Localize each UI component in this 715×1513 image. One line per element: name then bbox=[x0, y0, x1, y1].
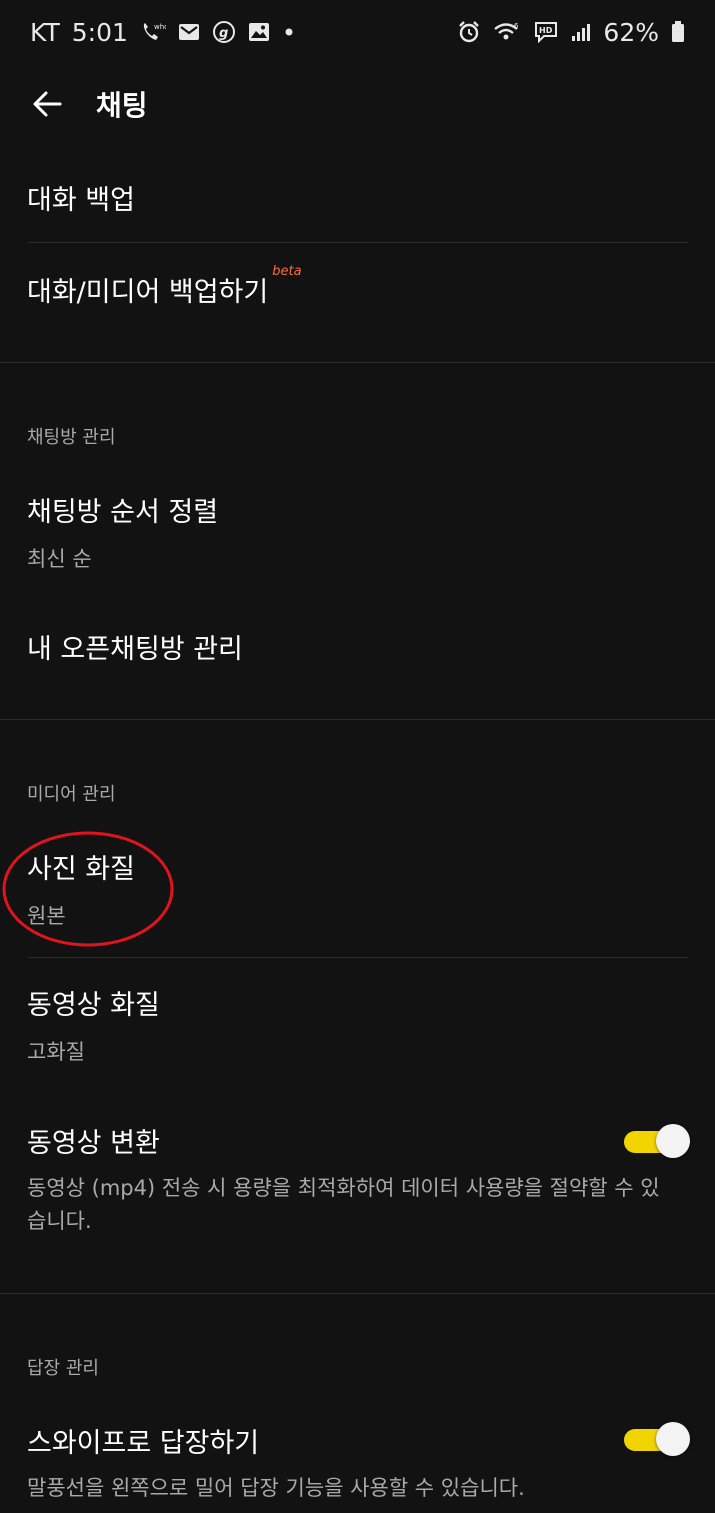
section-divider bbox=[0, 1293, 715, 1294]
section-label-reply: 답장 관리 bbox=[27, 1358, 99, 1379]
chat-media-backup-item[interactable]: 대화/미디어 백업하기beta bbox=[27, 264, 688, 309]
swipe-reply-description: 말풍선을 왼쪽으로 밀어 답장 기능을 사용할 수 있습니다. bbox=[27, 1476, 525, 1500]
video-convert-description: 동영상 (mp4) 전송 시 용량을 최적화하여 데이터 사용량을 절약할 수 … bbox=[27, 1176, 660, 1233]
alarm-icon bbox=[457, 20, 481, 44]
arrow-left-icon bbox=[33, 91, 62, 117]
divider bbox=[27, 242, 688, 243]
svg-text:HD: HD bbox=[539, 26, 553, 35]
swipe-reply-toggle[interactable] bbox=[624, 1422, 690, 1456]
chatroom-sort-item[interactable]: 채팅방 순서 정렬 최신 순 bbox=[27, 490, 688, 573]
photo-quality-label: 사진 화질 bbox=[27, 854, 135, 885]
g-app-icon: g bbox=[212, 20, 236, 44]
svg-text:g: g bbox=[219, 26, 228, 41]
open-chatroom-manage-label: 내 오픈채팅방 관리 bbox=[27, 634, 243, 665]
photo-quality-value: 원본 bbox=[27, 904, 66, 928]
section-label-chatroom: 채팅방 관리 bbox=[27, 427, 116, 448]
section-divider bbox=[0, 719, 715, 720]
svg-text:who: who bbox=[154, 23, 166, 31]
gmail-icon bbox=[178, 23, 200, 41]
back-button[interactable] bbox=[30, 86, 66, 122]
video-convert-toggle[interactable] bbox=[624, 1124, 690, 1158]
status-bar-right: 6 HD 62% bbox=[457, 18, 685, 47]
swipe-reply-label: 스와이프로 답장하기 bbox=[27, 1428, 260, 1459]
wifi-icon: 6 bbox=[493, 21, 521, 43]
video-convert-item[interactable]: 동영상 변환 동영상 (mp4) 전송 시 용량을 최적화하여 데이터 사용량을… bbox=[27, 1121, 688, 1238]
carrier-label: KT bbox=[30, 17, 60, 47]
whowho-call-icon: who bbox=[140, 20, 166, 44]
dot-icon bbox=[282, 25, 296, 39]
beta-badge: beta bbox=[272, 264, 302, 279]
page-title: 채팅 bbox=[96, 89, 148, 122]
divider bbox=[27, 957, 688, 958]
chat-media-backup-text: 대화/미디어 백업하기 bbox=[27, 277, 269, 308]
svg-text:6: 6 bbox=[514, 22, 519, 30]
chat-media-backup-label: 대화/미디어 백업하기beta bbox=[27, 264, 688, 309]
photo-quality-item[interactable]: 사진 화질 원본 bbox=[27, 847, 688, 930]
open-chatroom-manage-item[interactable]: 내 오픈채팅방 관리 bbox=[27, 627, 688, 666]
section-divider bbox=[0, 362, 715, 363]
toggle-knob bbox=[656, 1422, 690, 1456]
toggle-knob bbox=[656, 1124, 690, 1158]
swipe-reply-item[interactable]: 스와이프로 답장하기 말풍선을 왼쪽으로 밀어 답장 기능을 사용할 수 있습니… bbox=[27, 1421, 688, 1505]
chatroom-sort-value: 최신 순 bbox=[27, 547, 92, 571]
chatroom-sort-label: 채팅방 순서 정렬 bbox=[27, 497, 219, 528]
gallery-icon bbox=[248, 22, 270, 42]
battery-percent: 62% bbox=[603, 17, 659, 47]
signal-icon bbox=[571, 22, 591, 42]
app-bar: 채팅 bbox=[0, 64, 715, 144]
section-label-media: 미디어 관리 bbox=[27, 784, 116, 805]
battery-icon bbox=[671, 21, 685, 43]
status-bar-left: KT 5:01 who g bbox=[30, 18, 296, 47]
video-quality-value: 고화질 bbox=[27, 1040, 85, 1064]
video-quality-label: 동영상 화질 bbox=[27, 990, 160, 1021]
chat-backup-label: 대화 백업 bbox=[27, 185, 135, 216]
video-quality-item[interactable]: 동영상 화질 고화질 bbox=[27, 983, 688, 1066]
clock: 5:01 bbox=[71, 17, 128, 47]
hd-voice-icon: HD bbox=[533, 21, 559, 43]
status-bar: KT 5:01 who g 6 HD 62% bbox=[0, 0, 715, 64]
chat-backup-item[interactable]: 대화 백업 bbox=[27, 178, 688, 217]
video-convert-label: 동영상 변환 bbox=[27, 1128, 160, 1159]
